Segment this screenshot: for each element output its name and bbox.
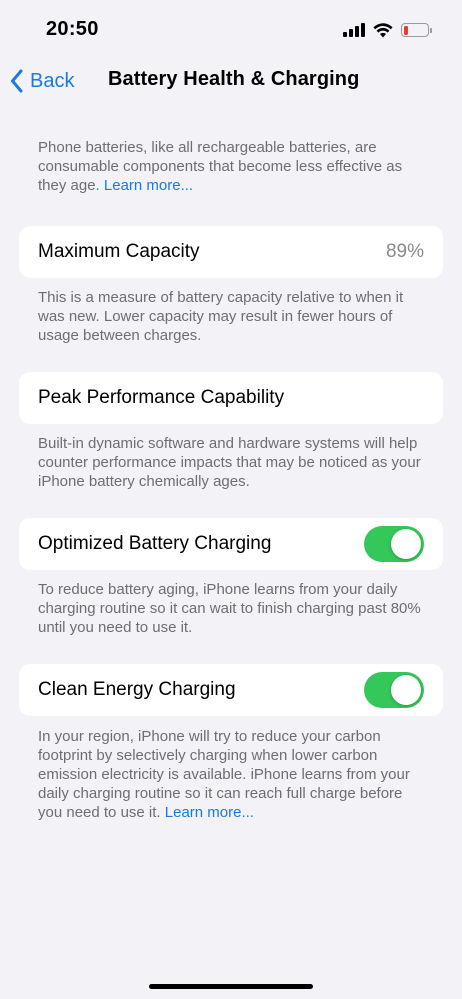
peak-performance-row: Peak Performance Capability — [19, 372, 443, 424]
intro-learn-more-link[interactable]: Learn more... — [104, 177, 193, 194]
peak-performance-footnote: Built-in dynamic software and hardware s… — [38, 435, 421, 490]
back-button[interactable]: Back — [10, 66, 74, 96]
clean-energy-footnote: In your region, iPhone will try to reduc… — [38, 727, 430, 822]
chevron-left-icon — [11, 69, 23, 93]
optimized-charging-footnote: To reduce battery aging, iPhone learns f… — [38, 581, 421, 636]
maximum-capacity-footnote: This is a measure of battery capacity re… — [38, 289, 404, 344]
optimized-charging-label: Optimized Battery Charging — [38, 533, 272, 554]
maximum-capacity-value: 89% — [385, 241, 424, 262]
status-icons — [343, 20, 432, 40]
maximum-capacity-row: Maximum Capacity 89% — [19, 226, 443, 278]
battery-health-screen: 20:50 Back Battery Health & Charging Pho… — [0, 0, 462, 999]
battery-icon — [401, 23, 432, 37]
toggle-knob — [391, 529, 421, 559]
home-indicator[interactable] — [149, 984, 313, 989]
status-time: 20:50 — [46, 18, 99, 40]
optimized-charging-toggle[interactable] — [364, 526, 424, 562]
clean-energy-label: Clean Energy Charging — [38, 679, 236, 700]
clean-energy-toggle[interactable] — [364, 672, 424, 708]
intro-description: Phone batteries, like all rechargeable b… — [38, 139, 403, 194]
intro-text: Phone batteries, like all rechargeable b… — [38, 138, 430, 195]
clean-energy-learn-more-link[interactable]: Learn more... — [165, 804, 254, 821]
maximum-capacity-label: Maximum Capacity — [38, 241, 200, 262]
wifi-icon — [373, 22, 393, 37]
peak-performance-label: Peak Performance Capability — [38, 387, 285, 408]
page-title: Battery Health & Charging — [108, 68, 360, 90]
cellular-signal-icon — [343, 23, 365, 37]
back-label: Back — [30, 69, 75, 92]
toggle-knob — [391, 675, 421, 705]
optimized-charging-row: Optimized Battery Charging — [19, 518, 443, 570]
clean-energy-row: Clean Energy Charging — [19, 664, 443, 716]
